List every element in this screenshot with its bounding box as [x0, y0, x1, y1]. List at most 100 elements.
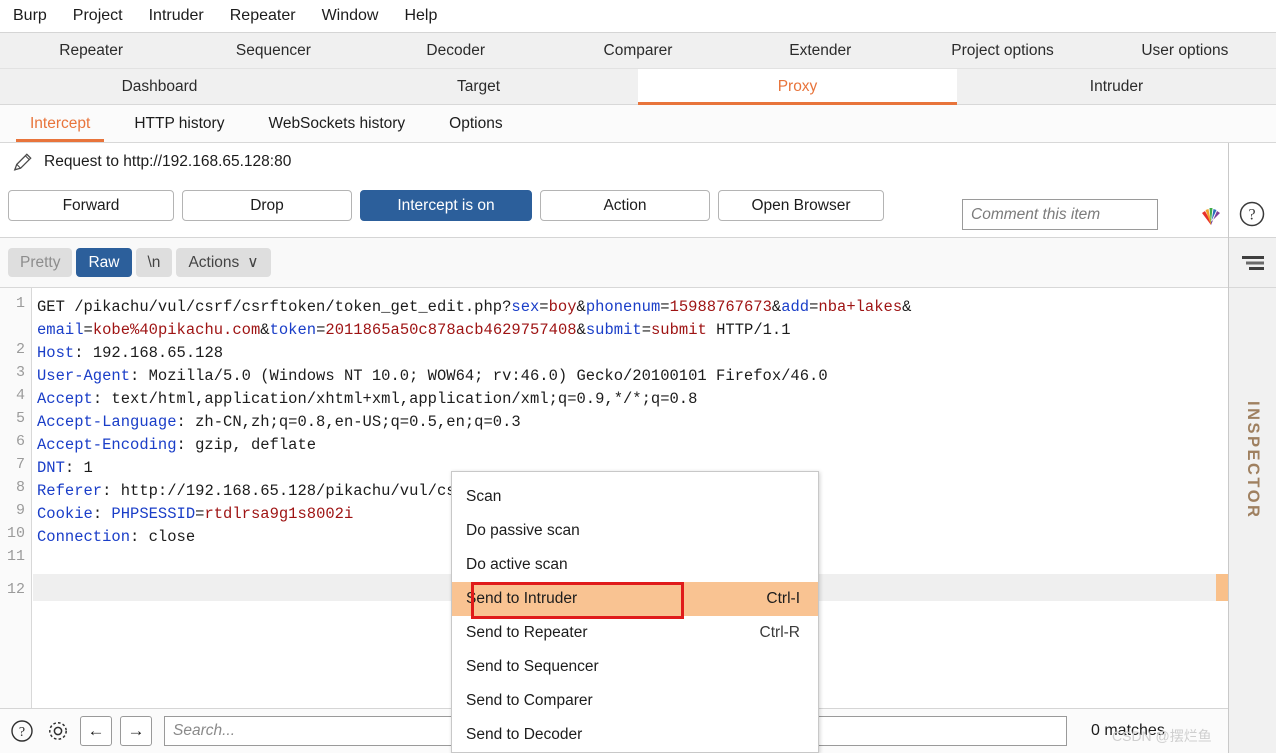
context-menu-item-label: Send to Decoder — [466, 726, 583, 743]
rainbow-icon[interactable] — [1197, 200, 1225, 228]
help-small-button[interactable]: ? — [8, 717, 36, 745]
context-menu-item-shortcut: Ctrl-R — [759, 624, 800, 641]
menu-item-help[interactable]: Help — [391, 0, 450, 32]
line-number: 4 — [15, 387, 25, 404]
current-line-marker — [1216, 574, 1228, 601]
question-circle-icon: ? — [11, 720, 33, 742]
context-menu[interactable]: Scan Do passive scan Do active scan Send to… — [451, 471, 819, 753]
format-chip-group: Pretty Raw \n Actions ∨ — [8, 248, 271, 277]
line-number: 5 — [15, 410, 25, 427]
tab-websockets-history[interactable]: WebSockets history — [246, 105, 427, 142]
context-menu-item-label: Send to Comparer — [466, 692, 593, 709]
drop-button[interactable]: Drop — [182, 190, 352, 221]
tab-target[interactable]: Target — [319, 69, 638, 104]
message-format-toolbar: Pretty Raw \n Actions ∨ — [0, 238, 1228, 288]
context-menu-item-label: Do passive scan — [466, 522, 580, 539]
context-menu-item-label: Send to Intruder — [466, 590, 578, 607]
tab-decoder[interactable]: Decoder — [365, 33, 547, 68]
gear-icon — [49, 722, 67, 740]
menu-item-repeater[interactable]: Repeater — [217, 0, 309, 32]
tab-comparer[interactable]: Comparer — [547, 33, 729, 68]
line-number: 8 — [15, 479, 25, 496]
request-line: Connection: close — [37, 528, 196, 546]
context-menu-item[interactable]: Send to Comparer — [452, 684, 818, 718]
line-number-gutter: 1 2 3 4 5 6 7 8 9 10 11 12 — [0, 288, 32, 708]
line-number: 3 — [15, 364, 25, 381]
context-menu-item-label: Send to Sequencer — [466, 658, 599, 675]
application-menubar: Burp Project Intruder Repeater Window He… — [0, 0, 1276, 33]
request-line: email=kobe%40pikachu.com&token=2011865a5… — [37, 321, 791, 339]
help-icon[interactable]: ? — [1238, 200, 1266, 228]
request-action-buttons: Forward Drop Intercept is on Action Open… — [8, 190, 884, 221]
context-menu-item-label: Send to Repeater — [466, 624, 588, 641]
context-menu-item-label: Do active scan — [466, 556, 568, 573]
context-menu-item-label: Scan — [466, 488, 502, 505]
hamburger-icon — [1241, 255, 1264, 270]
menu-item-intruder[interactable]: Intruder — [136, 0, 217, 32]
tab-project-options[interactable]: Project options — [911, 33, 1093, 68]
menu-item-project[interactable]: Project — [60, 0, 136, 32]
actions-dropdown[interactable]: Actions ∨ — [176, 248, 271, 277]
newline-button[interactable]: \n — [135, 248, 173, 277]
line-number: 10 — [6, 525, 25, 542]
tab-repeater[interactable]: Repeater — [0, 33, 182, 68]
line-number: 9 — [15, 502, 25, 519]
context-menu-item[interactable]: Scan — [452, 480, 818, 514]
request-line: GET /pikachu/vul/csrf/csrftoken/token_ge… — [37, 298, 912, 316]
inspector-label: INSPECTOR — [1244, 400, 1262, 520]
pencil-icon — [13, 153, 32, 171]
tab-extender[interactable]: Extender — [729, 33, 911, 68]
burp-suite-window: Burp Project Intruder Repeater Window He… — [0, 0, 1276, 753]
request-title: Request to http://192.168.65.128:80 — [44, 153, 292, 170]
line-number: 7 — [15, 456, 25, 473]
proxy-sub-tabs: Intercept HTTP history WebSockets histor… — [0, 105, 1276, 143]
context-menu-item-shortcut: Ctrl-I — [766, 590, 800, 607]
line-number: 12 — [6, 581, 25, 598]
context-menu-item[interactable]: Send to Repeater Ctrl-R — [452, 616, 818, 650]
context-menu-item[interactable]: Do active scan — [452, 548, 818, 582]
action-button[interactable]: Action — [540, 190, 710, 221]
request-line: Host: 192.168.65.128 — [37, 344, 224, 362]
request-line: Cookie: PHPSESSID=rtdlrsa9g1s8002i — [37, 505, 354, 523]
inspector-menu-button[interactable] — [1229, 238, 1276, 288]
tab-proxy[interactable]: Proxy — [638, 69, 957, 105]
svg-text:?: ? — [1248, 207, 1255, 224]
comment-input[interactable] — [962, 199, 1158, 230]
tab-intruder-main[interactable]: Intruder — [957, 69, 1276, 104]
open-browser-button[interactable]: Open Browser — [718, 190, 884, 221]
search-prev-button[interactable]: ← — [80, 716, 112, 746]
menu-item-window[interactable]: Window — [309, 0, 392, 32]
tab-options[interactable]: Options — [427, 105, 524, 142]
tab-http-history[interactable]: HTTP history — [112, 105, 246, 142]
line-number: 11 — [6, 548, 25, 565]
search-next-button[interactable]: → — [120, 716, 152, 746]
tab-user-options[interactable]: User options — [1094, 33, 1276, 68]
context-menu-item[interactable]: Send to Sequencer — [452, 650, 818, 684]
request-line: User-Agent: Mozilla/5.0 (Windows NT 10.0… — [37, 367, 828, 385]
tab-sequencer[interactable]: Sequencer — [182, 33, 364, 68]
context-menu-item[interactable]: Send to Intruder Ctrl-I — [452, 582, 818, 616]
menu-item-burp[interactable]: Burp — [0, 0, 60, 32]
intercept-toggle-button[interactable]: Intercept is on — [360, 190, 532, 221]
request-line: Accept-Language: zh-CN,zh;q=0.8,en-US;q=… — [37, 413, 521, 431]
watermark: CSDN @摆烂鱼 — [1112, 728, 1212, 744]
inspector-label-wrap[interactable]: INSPECTOR — [1229, 300, 1276, 620]
line-number: 6 — [15, 433, 25, 450]
main-tabs-row-1: Repeater Sequencer Decoder Comparer Exte… — [0, 33, 1276, 69]
forward-button[interactable]: Forward — [8, 190, 174, 221]
inspector-rail[interactable]: INSPECTOR — [1228, 238, 1276, 753]
svg-text:?: ? — [19, 725, 25, 740]
pretty-button[interactable]: Pretty — [8, 248, 73, 277]
line-number: 1 — [15, 295, 25, 312]
chevron-down-icon: ∨ — [247, 254, 259, 271]
tab-intercept[interactable]: Intercept — [8, 105, 112, 142]
request-line: Accept: text/html,application/xhtml+xml,… — [37, 390, 698, 408]
request-line: Accept-Encoding: gzip, deflate — [37, 436, 317, 454]
context-menu-item[interactable]: Do passive scan — [452, 514, 818, 548]
request-title-group: Request to http://192.168.65.128:80 — [12, 151, 291, 173]
request-line: DNT: 1 — [37, 459, 93, 477]
settings-button[interactable] — [44, 717, 72, 745]
tab-dashboard[interactable]: Dashboard — [0, 69, 319, 104]
raw-button[interactable]: Raw — [76, 248, 132, 277]
context-menu-item[interactable]: Send to Decoder — [452, 718, 818, 752]
